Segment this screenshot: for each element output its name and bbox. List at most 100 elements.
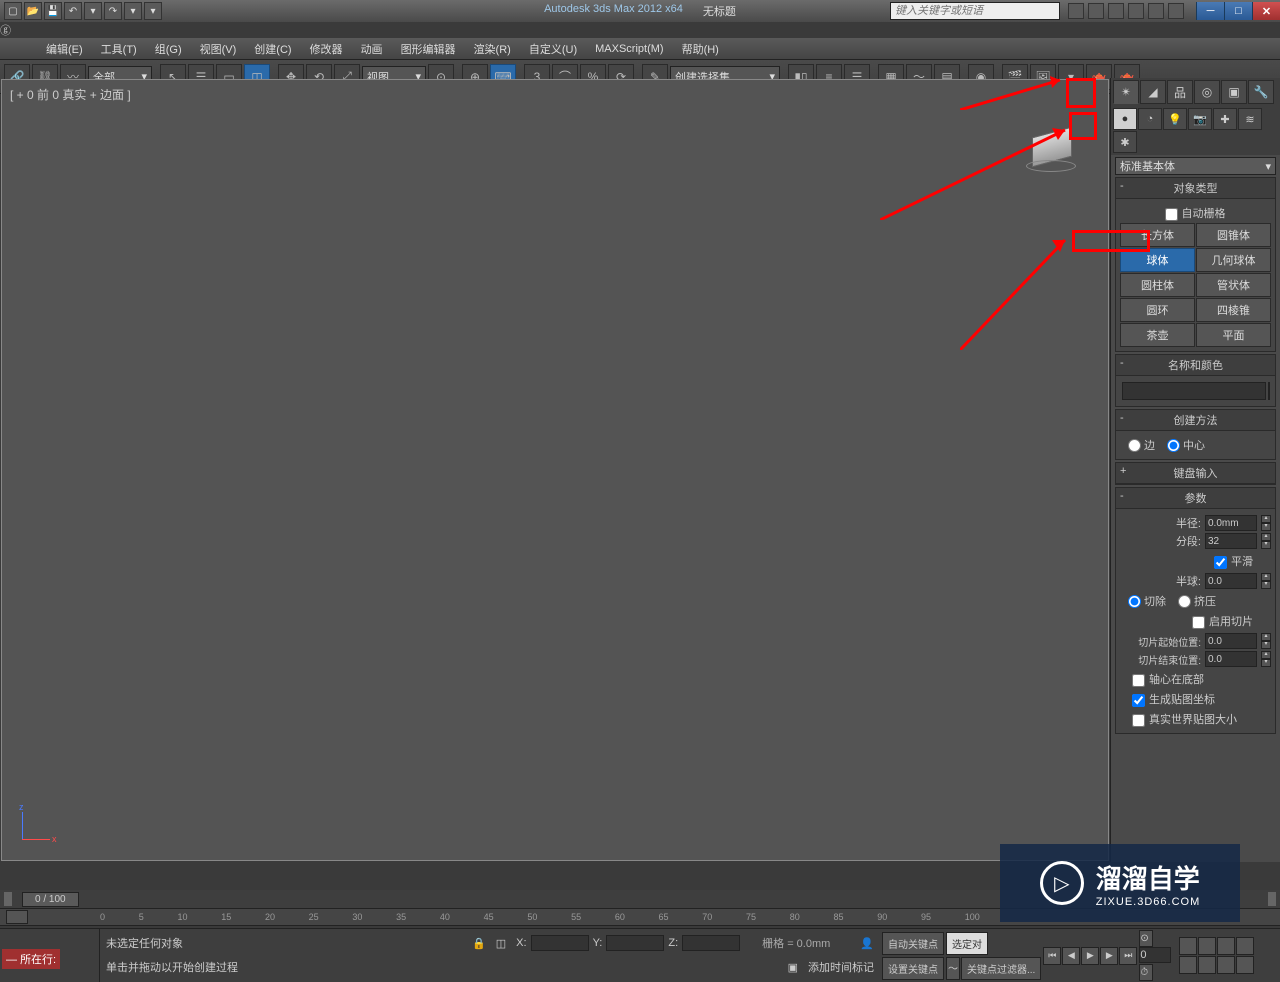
qat-more-icon[interactable]: ▾ xyxy=(144,2,162,20)
favorites-icon[interactable] xyxy=(1128,3,1144,19)
cat-lights-icon[interactable]: 💡 xyxy=(1163,108,1187,130)
radio-edge[interactable] xyxy=(1128,439,1141,452)
add-time-tag[interactable]: 添加时间标记 xyxy=(808,959,874,975)
open-icon[interactable]: 📂 xyxy=(24,2,42,20)
setkey-button[interactable]: 设置关键点 xyxy=(882,957,944,980)
x-coord-input[interactable] xyxy=(531,935,589,951)
play-icon[interactable]: ▶ xyxy=(1081,947,1099,965)
btn-tube[interactable]: 管状体 xyxy=(1196,273,1271,297)
menu-maxscript[interactable]: MAXScript(M) xyxy=(587,41,671,57)
max-viewport-icon[interactable] xyxy=(1236,956,1254,974)
radius-spinner[interactable] xyxy=(1205,515,1257,531)
btn-cylinder[interactable]: 圆柱体 xyxy=(1120,273,1195,297)
btn-box[interactable]: 长方体 xyxy=(1120,223,1195,247)
maximize-button[interactable]: □ xyxy=(1224,2,1252,20)
orbit-icon[interactable] xyxy=(1217,956,1235,974)
btn-sphere[interactable]: 球体 xyxy=(1120,248,1195,272)
current-frame-input[interactable] xyxy=(1139,947,1171,963)
tab-modify-icon[interactable]: ◢ xyxy=(1140,80,1166,104)
set-key-icon[interactable] xyxy=(6,910,28,924)
zoom-extents-icon[interactable] xyxy=(1217,937,1235,955)
selected-dropdown[interactable]: 选定对 xyxy=(946,932,988,955)
menu-rendering[interactable]: 渲染(R) xyxy=(466,39,519,59)
menu-graph-editors[interactable]: 图形编辑器 xyxy=(393,39,464,59)
slice-to-spinner[interactable] xyxy=(1205,651,1257,667)
help-search-input[interactable] xyxy=(890,2,1060,20)
tab-create-icon[interactable]: ✴ xyxy=(1113,80,1139,104)
next-frame-icon[interactable]: ▶ xyxy=(1100,947,1118,965)
menu-group[interactable]: 组(G) xyxy=(147,39,190,59)
infocenter-icon[interactable] xyxy=(1068,3,1084,19)
lock-icon[interactable]: 🔒 xyxy=(472,937,486,950)
cat-systems-icon[interactable]: ✱ xyxy=(1113,131,1137,153)
key-step-icon[interactable]: ⊙ xyxy=(1139,930,1153,947)
cat-helpers-icon[interactable]: ✚ xyxy=(1213,108,1237,130)
subscription-icon[interactable] xyxy=(1088,3,1104,19)
tab-utilities-icon[interactable]: 🔧 xyxy=(1248,80,1274,104)
goto-end-icon[interactable]: ⏭ xyxy=(1119,947,1137,965)
cat-spacewarps-icon[interactable]: ≋ xyxy=(1238,108,1262,130)
viewport-label[interactable]: [ + 0 前 0 真实 + 边面 ] xyxy=(10,86,131,103)
menu-views[interactable]: 视图(V) xyxy=(192,39,245,59)
radio-chop[interactable] xyxy=(1128,595,1141,608)
object-color-swatch[interactable] xyxy=(1268,382,1270,400)
zoom-icon[interactable] xyxy=(1179,937,1197,955)
redo-dd-icon[interactable]: ▾ xyxy=(124,2,142,20)
pan-icon[interactable] xyxy=(1198,956,1216,974)
cat-cameras-icon[interactable]: 📷 xyxy=(1188,108,1212,130)
application-menu-icon[interactable]: ⓖ xyxy=(0,22,1280,38)
undo-dd-icon[interactable]: ▾ xyxy=(84,2,102,20)
menu-create[interactable]: 创建(C) xyxy=(246,39,299,59)
minimize-button[interactable]: ─ xyxy=(1196,2,1224,20)
new-icon[interactable]: ▢ xyxy=(4,2,22,20)
z-coord-input[interactable] xyxy=(682,935,740,951)
menu-tools[interactable]: 工具(T) xyxy=(93,39,145,59)
viewport-front[interactable]: [ + 0 前 0 真实 + 边面 ] z x xyxy=(1,79,1109,861)
base-pivot-checkbox[interactable] xyxy=(1132,674,1145,687)
zoom-extents-all-icon[interactable] xyxy=(1236,937,1254,955)
tab-hierarchy-icon[interactable]: 品 xyxy=(1167,80,1193,104)
smooth-checkbox[interactable] xyxy=(1214,556,1227,569)
menu-customize[interactable]: 自定义(U) xyxy=(521,39,585,59)
cat-geometry-icon[interactable]: ● xyxy=(1113,108,1137,130)
btn-pyramid[interactable]: 四棱锥 xyxy=(1196,298,1271,322)
btn-teapot[interactable]: 茶壶 xyxy=(1120,323,1195,347)
cat-shapes-icon[interactable]: ◔ xyxy=(1138,108,1162,130)
slice-from-spinner[interactable] xyxy=(1205,633,1257,649)
help-dd-icon[interactable] xyxy=(1168,3,1184,19)
tab-display-icon[interactable]: ▣ xyxy=(1221,80,1247,104)
redo-icon[interactable]: ↷ xyxy=(104,2,122,20)
save-icon[interactable]: 💾 xyxy=(44,2,62,20)
menu-animation[interactable]: 动画 xyxy=(353,39,391,59)
prev-frame-icon[interactable]: ◀ xyxy=(1062,947,1080,965)
btn-torus[interactable]: 圆环 xyxy=(1120,298,1195,322)
key-filters-button[interactable]: 关键点过滤器... xyxy=(961,957,1041,980)
segments-spinner[interactable] xyxy=(1205,533,1257,549)
autogrid-checkbox[interactable] xyxy=(1165,208,1178,221)
fov-icon[interactable] xyxy=(1179,956,1197,974)
time-config-icon[interactable]: ⏱ xyxy=(1139,964,1153,981)
goto-start-icon[interactable]: ⏮ xyxy=(1043,947,1061,965)
help-icon[interactable] xyxy=(1148,3,1164,19)
close-button[interactable]: ✕ xyxy=(1252,2,1280,20)
comm-center-icon[interactable]: 👤 xyxy=(860,937,874,950)
object-name-input[interactable] xyxy=(1122,382,1266,400)
radio-squash[interactable] xyxy=(1178,595,1191,608)
isolate-icon[interactable]: ◫ xyxy=(496,937,506,950)
hemisphere-spinner[interactable] xyxy=(1205,573,1257,589)
slice-on-checkbox[interactable] xyxy=(1192,616,1205,629)
autokey-button[interactable]: 自动关键点 xyxy=(882,932,944,955)
btn-geosphere[interactable]: 几何球体 xyxy=(1196,248,1271,272)
menu-help[interactable]: 帮助(H) xyxy=(674,39,727,59)
btn-plane[interactable]: 平面 xyxy=(1196,323,1271,347)
undo-icon[interactable]: ↶ xyxy=(64,2,82,20)
gen-uv-checkbox[interactable] xyxy=(1132,694,1145,707)
subcategory-dropdown[interactable]: 标准基本体▾ xyxy=(1115,157,1276,175)
menu-edit[interactable]: 编辑(E) xyxy=(38,39,91,59)
radio-center[interactable] xyxy=(1167,439,1180,452)
viewcube[interactable] xyxy=(1024,120,1078,174)
rollout-header[interactable]: -对象类型 xyxy=(1116,178,1275,199)
real-world-checkbox[interactable] xyxy=(1132,714,1145,727)
time-slider[interactable]: 0 / 100 xyxy=(22,892,79,907)
exchange-icon[interactable] xyxy=(1108,3,1124,19)
